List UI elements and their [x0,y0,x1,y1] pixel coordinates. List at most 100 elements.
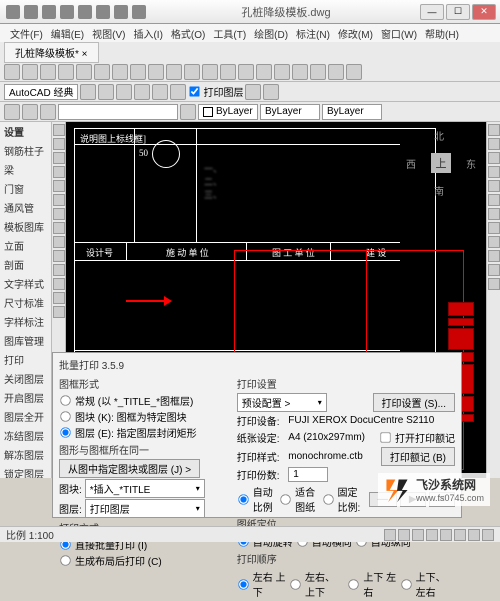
menu-file[interactable]: 文件(F) [6,24,47,42]
frame-layer-radio[interactable]: 图层 (E): 指定图层封闭矩形 [59,425,223,440]
menu-help[interactable]: 帮助(H) [421,24,463,42]
palette-item[interactable]: 尺寸标准 [0,293,51,312]
layer-select[interactable] [58,104,178,120]
toolbar-button[interactable] [152,84,168,100]
tool-button[interactable] [53,124,65,136]
toolbar-button[interactable] [112,64,128,80]
view-cube[interactable]: 北 南 东 西 上 [406,128,476,198]
scale-auto-radio[interactable]: 自动比例 [237,484,276,514]
print-layer-checkbox[interactable]: 打印图层 [188,84,243,99]
tool-button[interactable] [53,222,65,234]
tool-button[interactable] [53,292,65,304]
tray-button[interactable] [384,529,396,541]
palette-item[interactable]: 剖面 [0,255,51,274]
color-select[interactable]: ByLayer [198,104,258,120]
palette-item[interactable]: 字样标注 [0,312,51,331]
order-1-radio[interactable]: 左右 上下 [237,569,286,599]
toolbar-button[interactable] [76,64,92,80]
toolbar-button[interactable] [220,64,236,80]
layout-print-radio[interactable]: 生成布局后打印 (C) [59,553,223,568]
palette-item[interactable]: 文字样式 [0,274,51,293]
frame-block-radio[interactable]: 图块 (K): 图框为特定图块 [59,409,223,424]
toolbar-button[interactable] [134,84,150,100]
toolbar-button[interactable] [94,64,110,80]
palette-item[interactable]: 图库管理 [0,331,51,350]
palette-item[interactable]: 开启图层 [0,388,51,407]
linetype-select[interactable]: ByLayer [260,104,320,120]
tool-button[interactable] [53,194,65,206]
frame-normal-radio[interactable]: 常规 (以 *_TITLE_*图框层) [59,393,223,408]
menu-insert[interactable]: 插入(I) [129,24,166,42]
palette-item[interactable]: 图层全开 [0,407,51,426]
menu-window[interactable]: 窗口(W) [377,24,421,42]
tool-button[interactable] [488,236,500,248]
tool-button[interactable] [488,222,500,234]
toolbar-button[interactable] [328,64,344,80]
tray-button[interactable] [482,529,494,541]
pick-from-drawing-button[interactable]: 从图中指定图块或图层 (J) > [59,459,200,478]
toolbar-button[interactable] [98,84,114,100]
palette-item[interactable]: 冻结图层 [0,426,51,445]
toolbar-button[interactable] [116,84,132,100]
tool-button[interactable] [488,194,500,206]
menu-view[interactable]: 视图(V) [88,24,129,42]
palette-item[interactable]: 关闭图层 [0,369,51,388]
toolbar-button[interactable] [170,84,186,100]
scale-fit-radio[interactable]: 适合图纸 [279,484,318,514]
menu-modify[interactable]: 修改(M) [334,24,377,42]
tool-button[interactable] [53,236,65,248]
log-button[interactable]: 打印额记 (B) [381,447,455,466]
toolbar-button[interactable] [310,64,326,80]
toolbar-button[interactable] [238,64,254,80]
tool-button[interactable] [53,180,65,192]
order-2-radio[interactable]: 左右、上下 [289,569,344,599]
tool-button[interactable] [53,306,65,318]
tool-button[interactable] [488,264,500,276]
menu-format[interactable]: 格式(O) [167,24,209,42]
copies-input[interactable]: 1 [288,467,328,482]
order-3-radio[interactable]: 上下 左右 [347,569,396,599]
scale-fixed-radio[interactable]: 固定比例: [322,484,363,514]
toolbar-button[interactable] [263,84,279,100]
tool-button[interactable] [53,250,65,262]
toolbar-button[interactable] [274,64,290,80]
palette-item[interactable]: 通风管 [0,198,51,217]
print-settings-button[interactable]: 打印设置 (S)... [373,393,455,412]
toolbar-button[interactable] [346,64,362,80]
tool-button[interactable] [488,278,500,290]
toolbar-button[interactable] [40,104,56,120]
toolbar-button[interactable] [4,104,20,120]
minimize-button[interactable]: — [420,4,444,20]
tool-button[interactable] [53,138,65,150]
tool-button[interactable] [488,138,500,150]
palette-item[interactable]: 模板图库 [0,217,51,236]
toolbar-button[interactable] [256,64,272,80]
tool-button[interactable] [53,152,65,164]
menu-draw[interactable]: 绘图(D) [250,24,292,42]
tray-button[interactable] [426,529,438,541]
toolbar-button[interactable] [202,64,218,80]
tool-button[interactable] [53,166,65,178]
palette-item[interactable]: 梁 [0,160,51,179]
toolbar-button[interactable] [292,64,308,80]
palette-item[interactable]: 门窗 [0,179,51,198]
block-select[interactable]: *插入_*TITLE▾ [85,479,205,498]
close-button[interactable]: ✕ [472,4,496,20]
palette-item[interactable]: 锁定图层 [0,464,51,478]
toolbar-button[interactable] [166,64,182,80]
toolbar-button[interactable] [184,64,200,80]
menu-dim[interactable]: 标注(N) [292,24,334,42]
palette-item[interactable]: 打印 [0,350,51,369]
tool-button[interactable] [53,208,65,220]
tool-button[interactable] [488,180,500,192]
toolbar-button[interactable] [58,64,74,80]
layer-select[interactable]: 打印图层▾ [85,499,205,518]
tool-button[interactable] [488,250,500,262]
toolbar-button[interactable] [80,84,96,100]
toolbar-button[interactable] [4,64,20,80]
tool-button[interactable] [488,208,500,220]
toolbar-button[interactable] [130,64,146,80]
preset-select[interactable]: 预设配置 >▾ [237,393,327,412]
toolbar-button[interactable] [40,64,56,80]
order-4-radio[interactable]: 上下、左右 [400,569,455,599]
